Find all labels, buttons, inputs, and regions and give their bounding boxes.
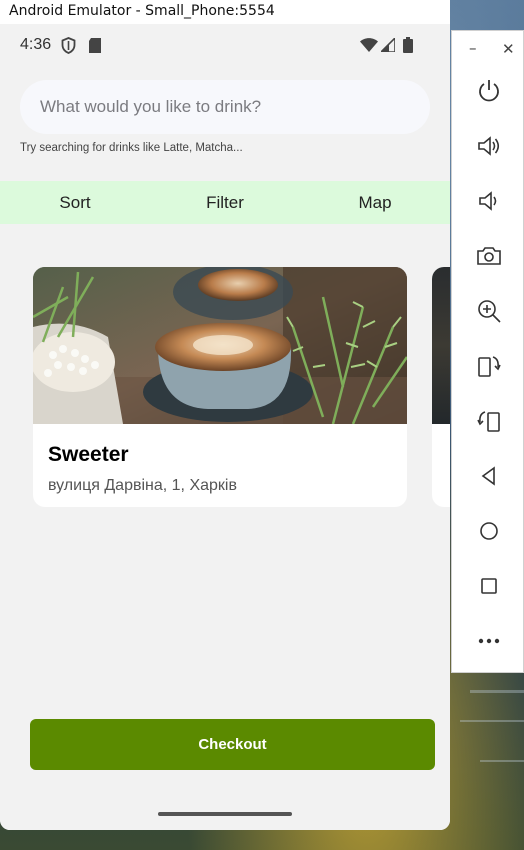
overview-icon [481, 578, 497, 594]
home-icon [480, 522, 498, 540]
cafe-photo [33, 267, 407, 424]
gesture-home-bar[interactable] [158, 812, 292, 816]
search-box [20, 80, 430, 134]
screenshot-button[interactable] [475, 242, 503, 270]
status-bar: 4:36 [0, 24, 450, 66]
sort-filter-toolbar: Sort Filter Map [0, 181, 450, 224]
map-button[interactable]: Map [300, 181, 450, 224]
cafe-name: Sweeter [48, 443, 129, 466]
phone-screen: 4:36 Try searching for drinks like Latte… [0, 24, 450, 830]
zoom-in-icon [478, 300, 501, 323]
emulator-window: Android Emulator - Small_Phone:5554 4:36… [0, 0, 450, 830]
signal-icon [379, 36, 396, 57]
cafe-card[interactable]: Sweeter вулиця Дарвіна, 1, Харків [33, 267, 407, 507]
rotate-left-icon [478, 356, 501, 377]
volume-up-button[interactable] [475, 132, 503, 160]
rotate-left-button[interactable] [475, 352, 503, 380]
emulator-controls-panel: – ✕ [451, 30, 524, 673]
search-input[interactable] [20, 80, 430, 134]
filter-button[interactable]: Filter [150, 181, 300, 224]
more-icon [478, 638, 500, 644]
rotate-right-icon [477, 411, 500, 432]
minimize-icon[interactable]: – [469, 39, 477, 57]
next-cafe-card[interactable] [432, 267, 450, 507]
shield-icon [61, 37, 76, 59]
window-title: Android Emulator - Small_Phone:5554 [0, 0, 450, 24]
wifi-icon [360, 38, 378, 57]
more-button[interactable] [475, 627, 503, 655]
battery-icon [403, 37, 413, 58]
close-icon[interactable]: ✕ [502, 40, 515, 58]
search-hint: Try searching for drinks like Latte, Mat… [20, 142, 243, 154]
sort-button[interactable]: Sort [0, 181, 150, 224]
volume-down-button[interactable] [475, 187, 503, 215]
home-button[interactable] [475, 517, 503, 545]
back-button[interactable] [475, 462, 503, 490]
power-icon [479, 80, 499, 102]
checkout-button[interactable]: Checkout [30, 719, 435, 770]
volume-up-icon [478, 136, 500, 156]
volume-down-icon [479, 191, 497, 211]
camera-icon [477, 247, 501, 265]
overview-button[interactable] [475, 572, 503, 600]
power-button[interactable] [475, 77, 503, 105]
cafe-address: вулиця Дарвіна, 1, Харків [48, 477, 237, 494]
status-time: 4:36 [20, 36, 52, 53]
sd-card-icon [88, 38, 102, 58]
panel-window-controls: – ✕ [452, 39, 524, 59]
back-icon [481, 466, 495, 486]
zoom-button[interactable] [475, 297, 503, 325]
next-cafe-photo [432, 267, 450, 424]
rotate-right-button[interactable] [475, 407, 503, 435]
